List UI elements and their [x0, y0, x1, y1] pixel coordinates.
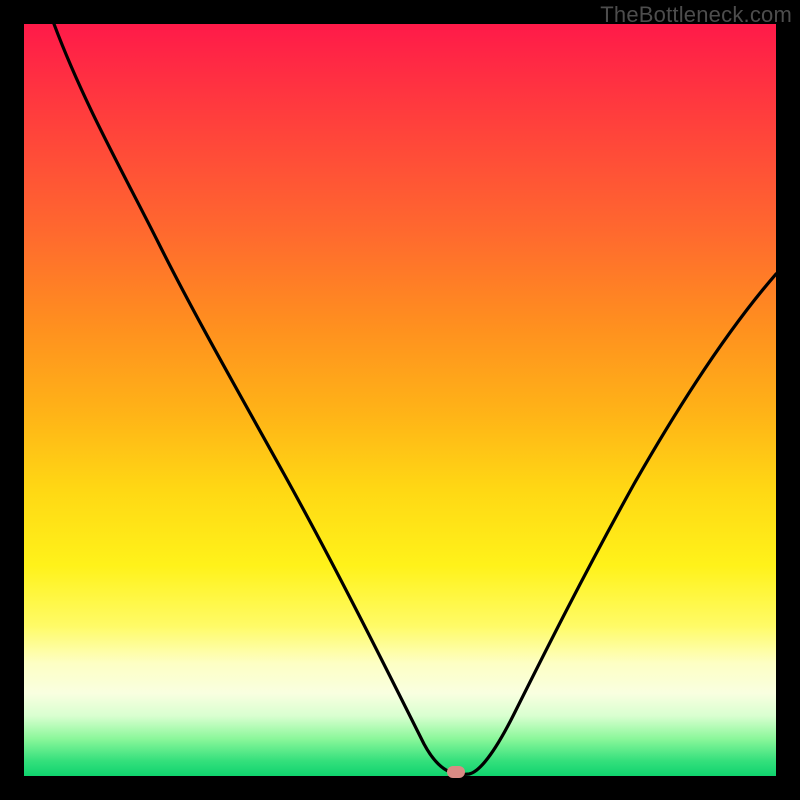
optimum-marker	[447, 766, 465, 778]
watermark-text: TheBottleneck.com	[600, 2, 792, 28]
gradient-plot-area	[24, 24, 776, 776]
chart-frame: TheBottleneck.com	[0, 0, 800, 800]
